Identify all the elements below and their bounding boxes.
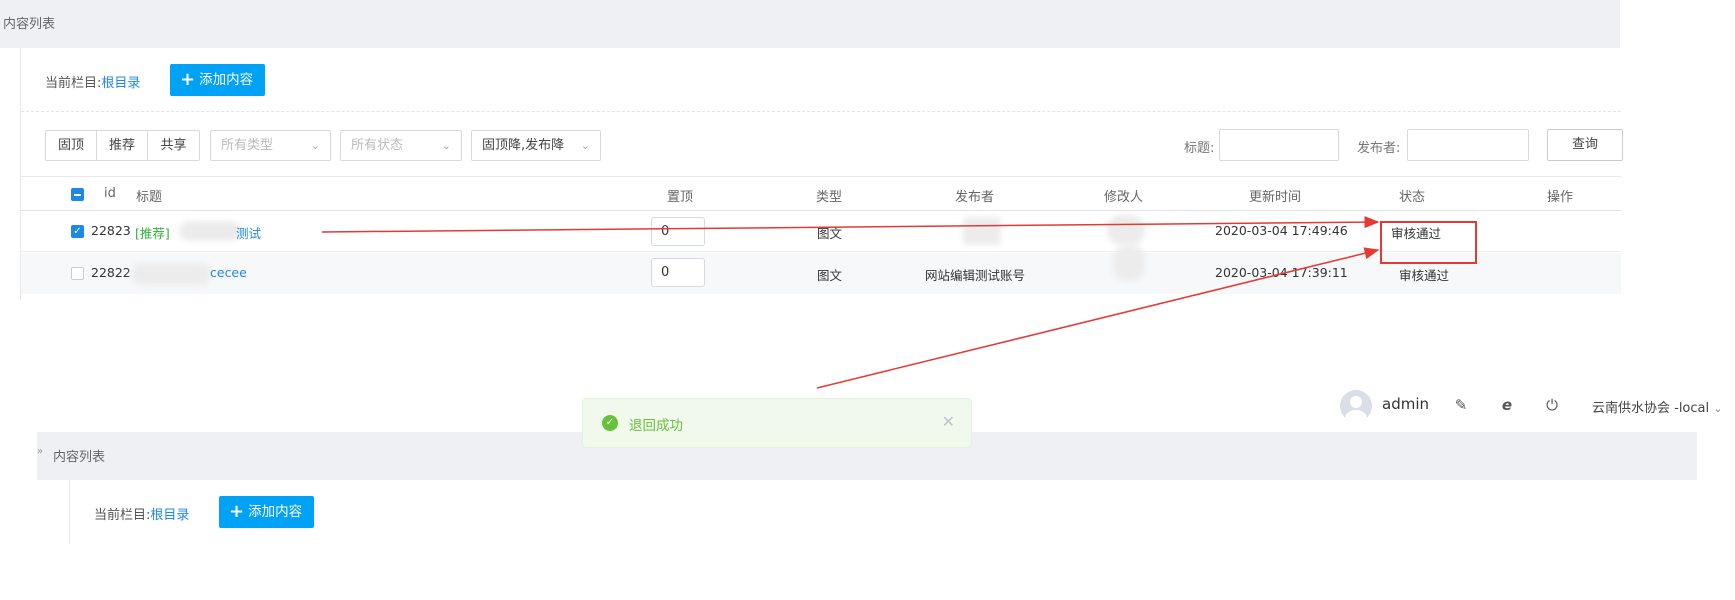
publisher-filter-input[interactable] [1407, 129, 1529, 161]
sort-select[interactable]: 固顶降,发布降 ⌄ [471, 130, 601, 161]
query-button[interactable]: 查询 [1547, 129, 1623, 161]
select-all-checkbox[interactable] [71, 188, 84, 201]
add-content-button[interactable]: + 添加内容 [170, 64, 266, 96]
row-title-link[interactable]: cecee [210, 265, 247, 280]
status-select[interactable]: 所有状态 ⌄ [340, 130, 462, 161]
add-content-label: 添加内容 [199, 72, 254, 88]
redacted-publisher [963, 217, 1001, 245]
row-id: 22823 [91, 223, 131, 238]
breadcrumb-arrow-icon: » [37, 446, 44, 457]
col-updated: 更新时间 [1249, 190, 1302, 205]
row-tag: [推荐] [135, 226, 170, 241]
col-actions: 操作 [1547, 190, 1574, 205]
content-card: 当前栏目:根目录 + 添加内容 [69, 480, 1697, 544]
plus-icon: + [229, 501, 245, 522]
col-modifier: 修改人 [1104, 190, 1144, 205]
row-id: 22822 [91, 265, 131, 280]
current-column-label: 当前栏目: [94, 508, 151, 523]
chevron-down-icon: ⌄ [1713, 402, 1723, 415]
user-edit-icon[interactable]: ✎ [1452, 396, 1470, 414]
col-top: 置顶 [667, 190, 694, 205]
filter-pinned-button[interactable]: 固顶 [46, 131, 97, 160]
chevron-down-icon: ⌄ [441, 139, 451, 152]
divider [21, 111, 1621, 112]
redacted-modifier [1107, 215, 1145, 245]
toast-message: 退回成功 [629, 418, 683, 434]
chevron-down-icon: ⌄ [580, 139, 590, 152]
col-status: 状态 [1399, 190, 1426, 205]
close-icon[interactable]: ✕ [942, 412, 955, 431]
annotation-highlight-box [1380, 221, 1477, 264]
title-filter-label: 标题: [1184, 141, 1215, 156]
top-page-screenshot: 内容列表 当前栏目:根目录 + 添加内容 固顶 推荐 共享 所有类型 ⌄ 所有状态… [0, 0, 1623, 300]
col-publisher: 发布者 [955, 190, 995, 205]
current-column: 当前栏目:根目录 [45, 72, 140, 91]
filter-recommended-button[interactable]: 推荐 [97, 131, 148, 160]
row-publisher: 网站编辑测试账号 [925, 268, 1026, 283]
redacted-title [179, 221, 241, 241]
col-type: 类型 [816, 190, 843, 205]
publisher-filter-label: 发布者: [1357, 141, 1401, 156]
col-id: id [104, 186, 116, 201]
row-updated: 2020-03-04 17:49:46 [1215, 223, 1348, 238]
breadcrumb: 内容列表 [3, 17, 56, 32]
filter-segment-group: 固顶 推荐 共享 [45, 130, 200, 161]
row-checkbox[interactable]: ✓ [71, 225, 84, 238]
row-type: 图文 [817, 268, 843, 283]
chevron-down-icon: ⌄ [310, 139, 320, 152]
sort-select-value: 固顶降,发布降 [482, 138, 565, 153]
type-select[interactable]: 所有类型 ⌄ [210, 130, 331, 161]
row-top-input[interactable]: 0 [651, 258, 705, 287]
username[interactable]: admin [1382, 395, 1429, 413]
row-type: 图文 [817, 226, 843, 241]
breadcrumb: 内容列表 [53, 450, 106, 465]
title-filter-input[interactable] [1219, 129, 1339, 161]
redacted-title [131, 263, 211, 285]
type-select-value: 所有类型 [221, 138, 274, 153]
site-name: 云南供水协会 -local [1592, 401, 1710, 416]
user-bar: admin ✎ e ⏻ 云南供水协会 -local ⌄ [1340, 388, 1735, 428]
power-icon[interactable]: ⏻ [1543, 396, 1561, 414]
current-column-root-link[interactable]: 根目录 [150, 508, 189, 523]
col-title: 标题 [136, 190, 163, 205]
check-circle-icon: ✓ [602, 415, 618, 431]
redacted-modifier [1113, 245, 1145, 281]
add-content-button[interactable]: + 添加内容 [219, 496, 315, 528]
plus-icon: + [180, 69, 196, 90]
row-top-input[interactable]: 0 [651, 217, 705, 246]
table-header: id 标题 置顶 类型 发布者 修改人 更新时间 状态 操作 [21, 176, 1621, 211]
avatar[interactable] [1340, 390, 1372, 422]
row-updated: 2020-03-04 17:39:11 [1215, 265, 1348, 280]
current-column: 当前栏目:根目录 [94, 504, 189, 523]
row-status: 审核通过 [1399, 268, 1450, 283]
current-column-root-link[interactable]: 根目录 [101, 76, 140, 91]
success-toast: ✓ 退回成功 ✕ [582, 398, 972, 448]
current-column-label: 当前栏目: [45, 76, 102, 91]
row-title-link[interactable]: 测试 [236, 223, 261, 242]
browser-icon[interactable]: e [1498, 396, 1516, 414]
row-checkbox[interactable] [71, 267, 84, 280]
site-switcher[interactable]: 云南供水协会 -local ⌄ [1592, 397, 1722, 416]
add-content-label: 添加内容 [248, 504, 303, 520]
breadcrumb-bar: 内容列表 [0, 0, 1620, 48]
filter-shared-button[interactable]: 共享 [148, 131, 199, 160]
status-select-value: 所有状态 [351, 138, 404, 153]
